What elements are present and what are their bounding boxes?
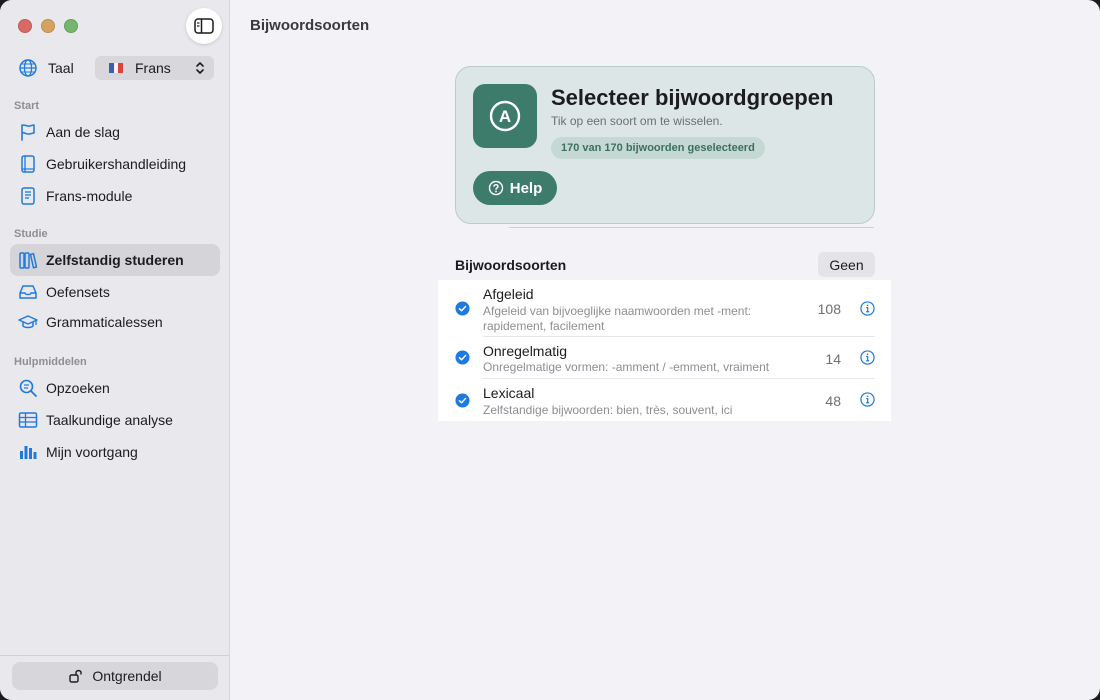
table-icon [18, 412, 38, 428]
list-header: Bijwoordsoorten [455, 257, 567, 273]
sidebar-item-grammaticalessen[interactable]: Grammaticalessen [10, 306, 220, 338]
row-title: Onregelmatig [483, 343, 568, 359]
sidebar-item-oefensets[interactable]: Oefensets [10, 276, 220, 308]
list-item[interactable]: Lexicaal Zelfstandige bijwoorden: bien, … [438, 379, 891, 421]
sidebar-divider [0, 655, 229, 656]
language-label: Taal [48, 60, 74, 76]
books-icon [19, 252, 38, 269]
minimize-window-button[interactable] [41, 19, 55, 33]
row-description: Zelfstandige bijwoorden: bien, très, sou… [483, 403, 733, 417]
search-text-icon [19, 379, 37, 397]
section-label-hulpmiddelen: Hulpmiddelen [14, 356, 87, 368]
checkmark-circle-icon[interactable] [455, 350, 470, 365]
selection-count-badge: 170 van 170 bijwoorden geselecteerd [551, 137, 765, 159]
sidebar-item-mijn-voortgang[interactable]: Mijn voortgang [10, 436, 220, 468]
info-icon[interactable] [860, 350, 875, 365]
adverb-app-icon: A [473, 84, 537, 148]
row-description: Onregelmatige vormen: -amment / -emment,… [483, 360, 770, 374]
sidebar-item-label: Zelfstandig studeren [46, 252, 184, 268]
list-item[interactable]: Afgeleid Afgeleid van bijvoeglijke naamw… [438, 280, 891, 336]
chevron-up-down-icon [196, 62, 204, 74]
help-button[interactable]: Help [473, 171, 557, 205]
hero-card: A Selecteer bijwoordgroepen Tik op een s… [455, 66, 875, 224]
sidebar: Taal Frans Start Aan de slag Gebruikersh… [0, 0, 230, 700]
checkmark-circle-icon[interactable] [455, 301, 470, 316]
document-icon [21, 187, 35, 205]
row-count: 108 [817, 301, 841, 317]
unlock-label: Ontgrendel [92, 668, 162, 684]
sidebar-item-aan-de-slag[interactable]: Aan de slag [10, 116, 220, 148]
sidebar-item-opzoeken[interactable]: Opzoeken [10, 372, 220, 404]
sidebar-item-taalkundige-analyse[interactable]: Taalkundige analyse [10, 404, 220, 436]
hero-icon-letter: A [499, 107, 511, 126]
language-row: Taal Frans [18, 56, 214, 80]
graduation-cap-icon [18, 315, 38, 329]
toggle-sidebar-button[interactable] [186, 8, 222, 44]
row-description: Afgeleid van bijvoeglijke naamwoorden me… [483, 304, 752, 333]
sidebar-item-label: Grammaticalessen [46, 314, 163, 330]
bar-chart-icon [20, 446, 37, 459]
sidebar-item-frans-module[interactable]: Frans-module [10, 180, 220, 212]
language-select[interactable]: Frans [95, 56, 214, 80]
tray-icon [19, 285, 37, 299]
window-controls [18, 19, 78, 33]
unlock-icon [69, 669, 83, 683]
select-none-button[interactable]: Geen [818, 252, 875, 277]
page-title: Bijwoordsoorten [250, 17, 370, 34]
hero-title: Selecteer bijwoordgroepen [551, 85, 834, 110]
main-content: Bijwoordsoorten A Selecteer bijwoordgroe… [230, 0, 1100, 700]
french-flag-icon [109, 63, 124, 73]
zoom-window-button[interactable] [64, 19, 78, 33]
help-label: Help [509, 179, 543, 197]
hero-divider [509, 227, 874, 228]
sidebar-item-label: Opzoeken [46, 380, 110, 396]
sidebar-item-gebruikershandleiding[interactable]: Gebruikershandleiding [10, 148, 220, 180]
hero-subtitle: Tik op een soort om te wisselen. [551, 114, 723, 128]
row-title: Afgeleid [483, 286, 534, 302]
sidebar-item-zelfstandig-studeren[interactable]: Zelfstandig studeren [10, 244, 220, 276]
sidebar-icon [194, 18, 214, 34]
sidebar-item-label: Oefensets [46, 284, 110, 300]
question-circle-icon [488, 180, 503, 196]
section-label-start: Start [14, 100, 40, 112]
info-icon[interactable] [860, 392, 875, 407]
unlock-button[interactable]: Ontgrendel [12, 662, 218, 690]
row-count: 48 [825, 393, 841, 409]
row-title: Lexicaal [483, 385, 535, 401]
sidebar-item-label: Frans-module [46, 188, 133, 204]
adverb-type-list: Afgeleid Afgeleid van bijvoeglijke naamw… [438, 280, 891, 421]
info-icon[interactable] [860, 301, 875, 316]
sidebar-item-label: Aan de slag [46, 124, 120, 140]
language-select-value: Frans [135, 60, 171, 76]
row-count: 14 [825, 351, 841, 367]
list-item[interactable]: Onregelmatig Onregelmatige vormen: -amme… [438, 337, 891, 378]
book-icon [21, 155, 35, 173]
app-window: Taal Frans Start Aan de slag Gebruikersh… [0, 0, 1100, 700]
flag-icon [21, 124, 35, 141]
close-window-button[interactable] [18, 19, 32, 33]
section-label-studie: Studie [14, 228, 48, 240]
globe-icon [19, 59, 37, 77]
checkmark-circle-icon[interactable] [455, 393, 470, 408]
sidebar-item-label: Taalkundige analyse [46, 412, 173, 428]
sidebar-item-label: Mijn voortgang [46, 444, 138, 460]
sidebar-item-label: Gebruikershandleiding [46, 156, 187, 172]
